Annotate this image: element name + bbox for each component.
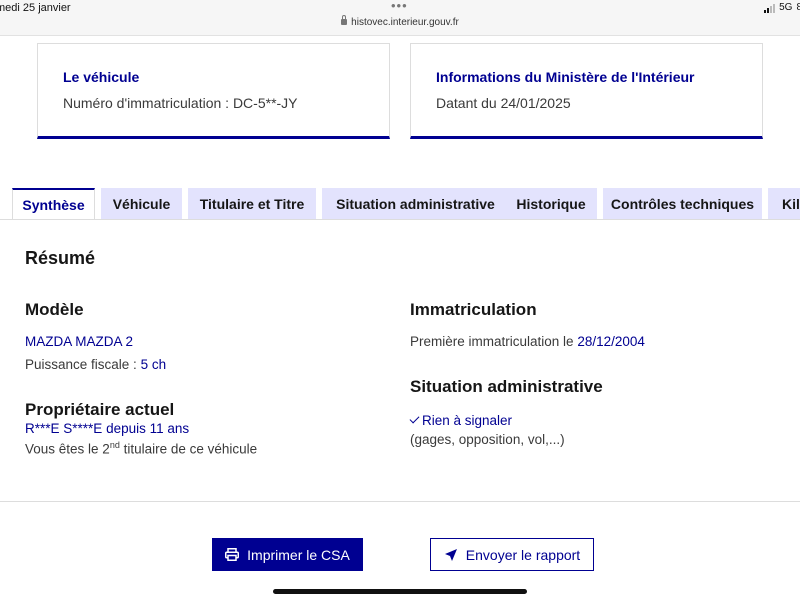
owner-rank-suffix: titulaire de ce véhicule: [123, 441, 258, 457]
model-heading: Modèle: [25, 300, 84, 319]
tab-kilometrage[interactable]: Kilo: [768, 188, 800, 220]
battery-label: 8: [796, 2, 800, 13]
tab-controles-techniques[interactable]: Contrôles techniques: [603, 188, 762, 220]
fiscal-power: Puissance fiscale : 5 ch: [25, 357, 166, 372]
admin-detail: (gages, opposition, vol,...): [410, 432, 565, 447]
owner-rank-prefix: Vous êtes le 2: [25, 441, 110, 457]
registration-number: Numéro d'immatriculation : DC-5**-JY: [63, 95, 298, 111]
home-indicator[interactable]: [273, 589, 527, 594]
model-name: MAZDA MAZDA 2: [25, 334, 134, 349]
first-registration-date: 28/12/2004: [577, 334, 645, 349]
lock-icon: [341, 15, 348, 25]
summary-heading: Résumé: [25, 248, 96, 268]
owner-since-label: depuis: [106, 421, 146, 436]
status-indicators: 5G 8: [764, 2, 800, 13]
first-registration: Première immatriculation le 28/12/2004: [410, 334, 645, 349]
fiscal-power-label: Puissance fiscale :: [25, 357, 137, 372]
owner-name: R***E S****E: [25, 421, 103, 436]
signal-icon: [764, 4, 776, 13]
vehicle-card-title: Le véhicule: [63, 69, 140, 85]
status-bar: medi 25 janvier ••• histovec.interieur.g…: [0, 0, 800, 36]
check-icon: [409, 413, 420, 424]
owner-line: R***E S****E depuis 11 ans: [25, 421, 189, 436]
first-registration-label: Première immatriculation le: [410, 334, 574, 349]
print-csa-button[interactable]: Imprimer le CSA: [212, 538, 363, 571]
ministry-card-title: Informations du Ministère de l'Intérieur: [436, 69, 695, 85]
status-date: medi 25 janvier: [0, 2, 71, 14]
admin-status: Rien à signaler: [409, 413, 513, 428]
url-text: histovec.interieur.gouv.fr: [351, 17, 459, 28]
registration-heading: Immatriculation: [410, 300, 537, 319]
vehicle-card: Le véhicule Numéro d'immatriculation : D…: [37, 43, 390, 139]
tab-titulaire[interactable]: Titulaire et Titre: [188, 188, 316, 220]
tab-vehicule[interactable]: Véhicule: [101, 188, 182, 220]
admin-heading: Situation administrative: [410, 377, 603, 396]
tab-synthese[interactable]: Synthèse: [12, 188, 95, 220]
section-divider: [0, 501, 800, 502]
tab-historique[interactable]: Historique: [505, 188, 597, 220]
fiscal-power-value: 5 ch: [140, 357, 167, 372]
send-report-button[interactable]: Envoyer le rapport: [430, 538, 594, 571]
send-report-label: Envoyer le rapport: [465, 546, 581, 563]
printer-icon: [225, 548, 240, 561]
network-label: 5G: [779, 2, 793, 13]
address-bar[interactable]: histovec.interieur.gouv.fr: [0, 15, 800, 28]
send-icon: [444, 548, 457, 561]
owner-since-value: 11 ans: [149, 421, 190, 436]
admin-status-text: Rien à signaler: [422, 413, 513, 428]
print-csa-label: Imprimer le CSA: [247, 546, 350, 563]
ministry-card: Informations du Ministère de l'Intérieur…: [410, 43, 763, 139]
tab-situation-administrative[interactable]: Situation administrative: [322, 188, 509, 220]
owner-heading: Propriétaire actuel: [25, 400, 175, 419]
owner-rank: Vous êtes le 2nd titulaire de ce véhicul…: [25, 440, 257, 457]
data-date: Datant du 24/01/2025: [436, 95, 571, 111]
owner-rank-sup: nd: [109, 440, 120, 450]
tab-divider: [0, 219, 800, 220]
more-dots-icon[interactable]: •••: [391, 0, 408, 12]
tab-bar: Synthèse Véhicule Titulaire et Titre Sit…: [12, 188, 800, 220]
